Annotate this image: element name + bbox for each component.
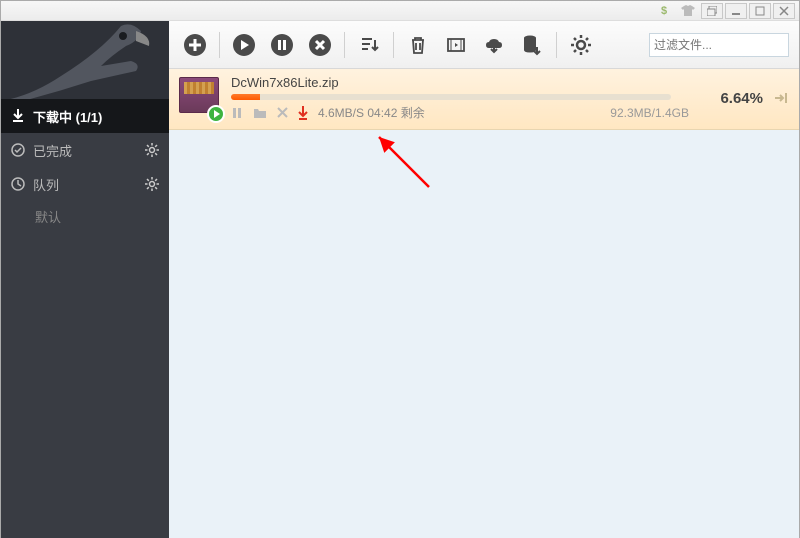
sidebar: 下载中 (1/1) 已完成 队列 默认 [1, 21, 169, 538]
media-button[interactable] [440, 29, 472, 61]
separator [393, 32, 394, 58]
download-icon [11, 109, 25, 123]
download-percent: 6.64% [709, 90, 763, 107]
gear-icon[interactable] [145, 177, 159, 191]
sidebar-item-completed[interactable]: 已完成 [1, 133, 169, 167]
sidebar-subitem-default[interactable]: 默认 [1, 201, 169, 231]
titlebar: $ [1, 1, 799, 21]
toolbar [169, 21, 799, 69]
cloud-download-button[interactable] [478, 29, 510, 61]
sidebar-item-downloading[interactable]: 下载中 (1/1) [1, 99, 169, 133]
download-filename: DcWin7x86Lite.zip [231, 75, 699, 90]
separator [556, 32, 557, 58]
annotation-arrow [369, 132, 439, 192]
item-pause-icon[interactable] [231, 107, 243, 119]
separator [344, 32, 345, 58]
sidebar-item-queue[interactable]: 队列 [1, 167, 169, 201]
settings-button[interactable] [565, 29, 597, 61]
minimize-button[interactable] [725, 3, 747, 19]
donate-icon[interactable]: $ [653, 3, 675, 19]
download-item[interactable]: DcWin7x86Lite.zip 4.6MB/S 04:42 剩余 92.3M… [169, 69, 799, 130]
maximize-button[interactable] [749, 3, 771, 19]
check-circle-icon [11, 143, 25, 157]
item-cancel-icon[interactable] [277, 107, 288, 118]
download-size: 92.3MB/1.4GB [610, 106, 689, 120]
item-folder-icon[interactable] [253, 107, 267, 119]
content-area [169, 130, 799, 538]
separator [219, 32, 220, 58]
database-button[interactable] [516, 29, 548, 61]
play-button[interactable] [228, 29, 260, 61]
filter-input[interactable] [654, 38, 800, 52]
pause-button[interactable] [266, 29, 298, 61]
add-button[interactable] [179, 29, 211, 61]
clock-icon [11, 177, 25, 191]
restore-down-button[interactable] [701, 3, 723, 19]
status-play-icon [207, 105, 225, 123]
sidebar-label: 已完成 [33, 141, 72, 160]
delete-button[interactable] [304, 29, 336, 61]
app-logo [1, 21, 169, 99]
skin-icon[interactable] [677, 3, 699, 19]
file-icon [179, 77, 221, 119]
speed-down-icon [298, 106, 308, 120]
trash-button[interactable] [402, 29, 434, 61]
gear-icon[interactable] [145, 143, 159, 157]
filter-search[interactable] [649, 33, 789, 57]
sidebar-label: 下载中 (1/1) [33, 107, 102, 126]
expand-icon[interactable] [773, 91, 789, 105]
close-button[interactable] [773, 3, 795, 19]
sidebar-label: 队列 [33, 175, 59, 194]
download-speed: 4.6MB/S 04:42 剩余 [318, 104, 425, 121]
sort-button[interactable] [353, 29, 385, 61]
progress-bar [231, 94, 671, 100]
sidebar-sublabel: 默认 [35, 207, 61, 226]
